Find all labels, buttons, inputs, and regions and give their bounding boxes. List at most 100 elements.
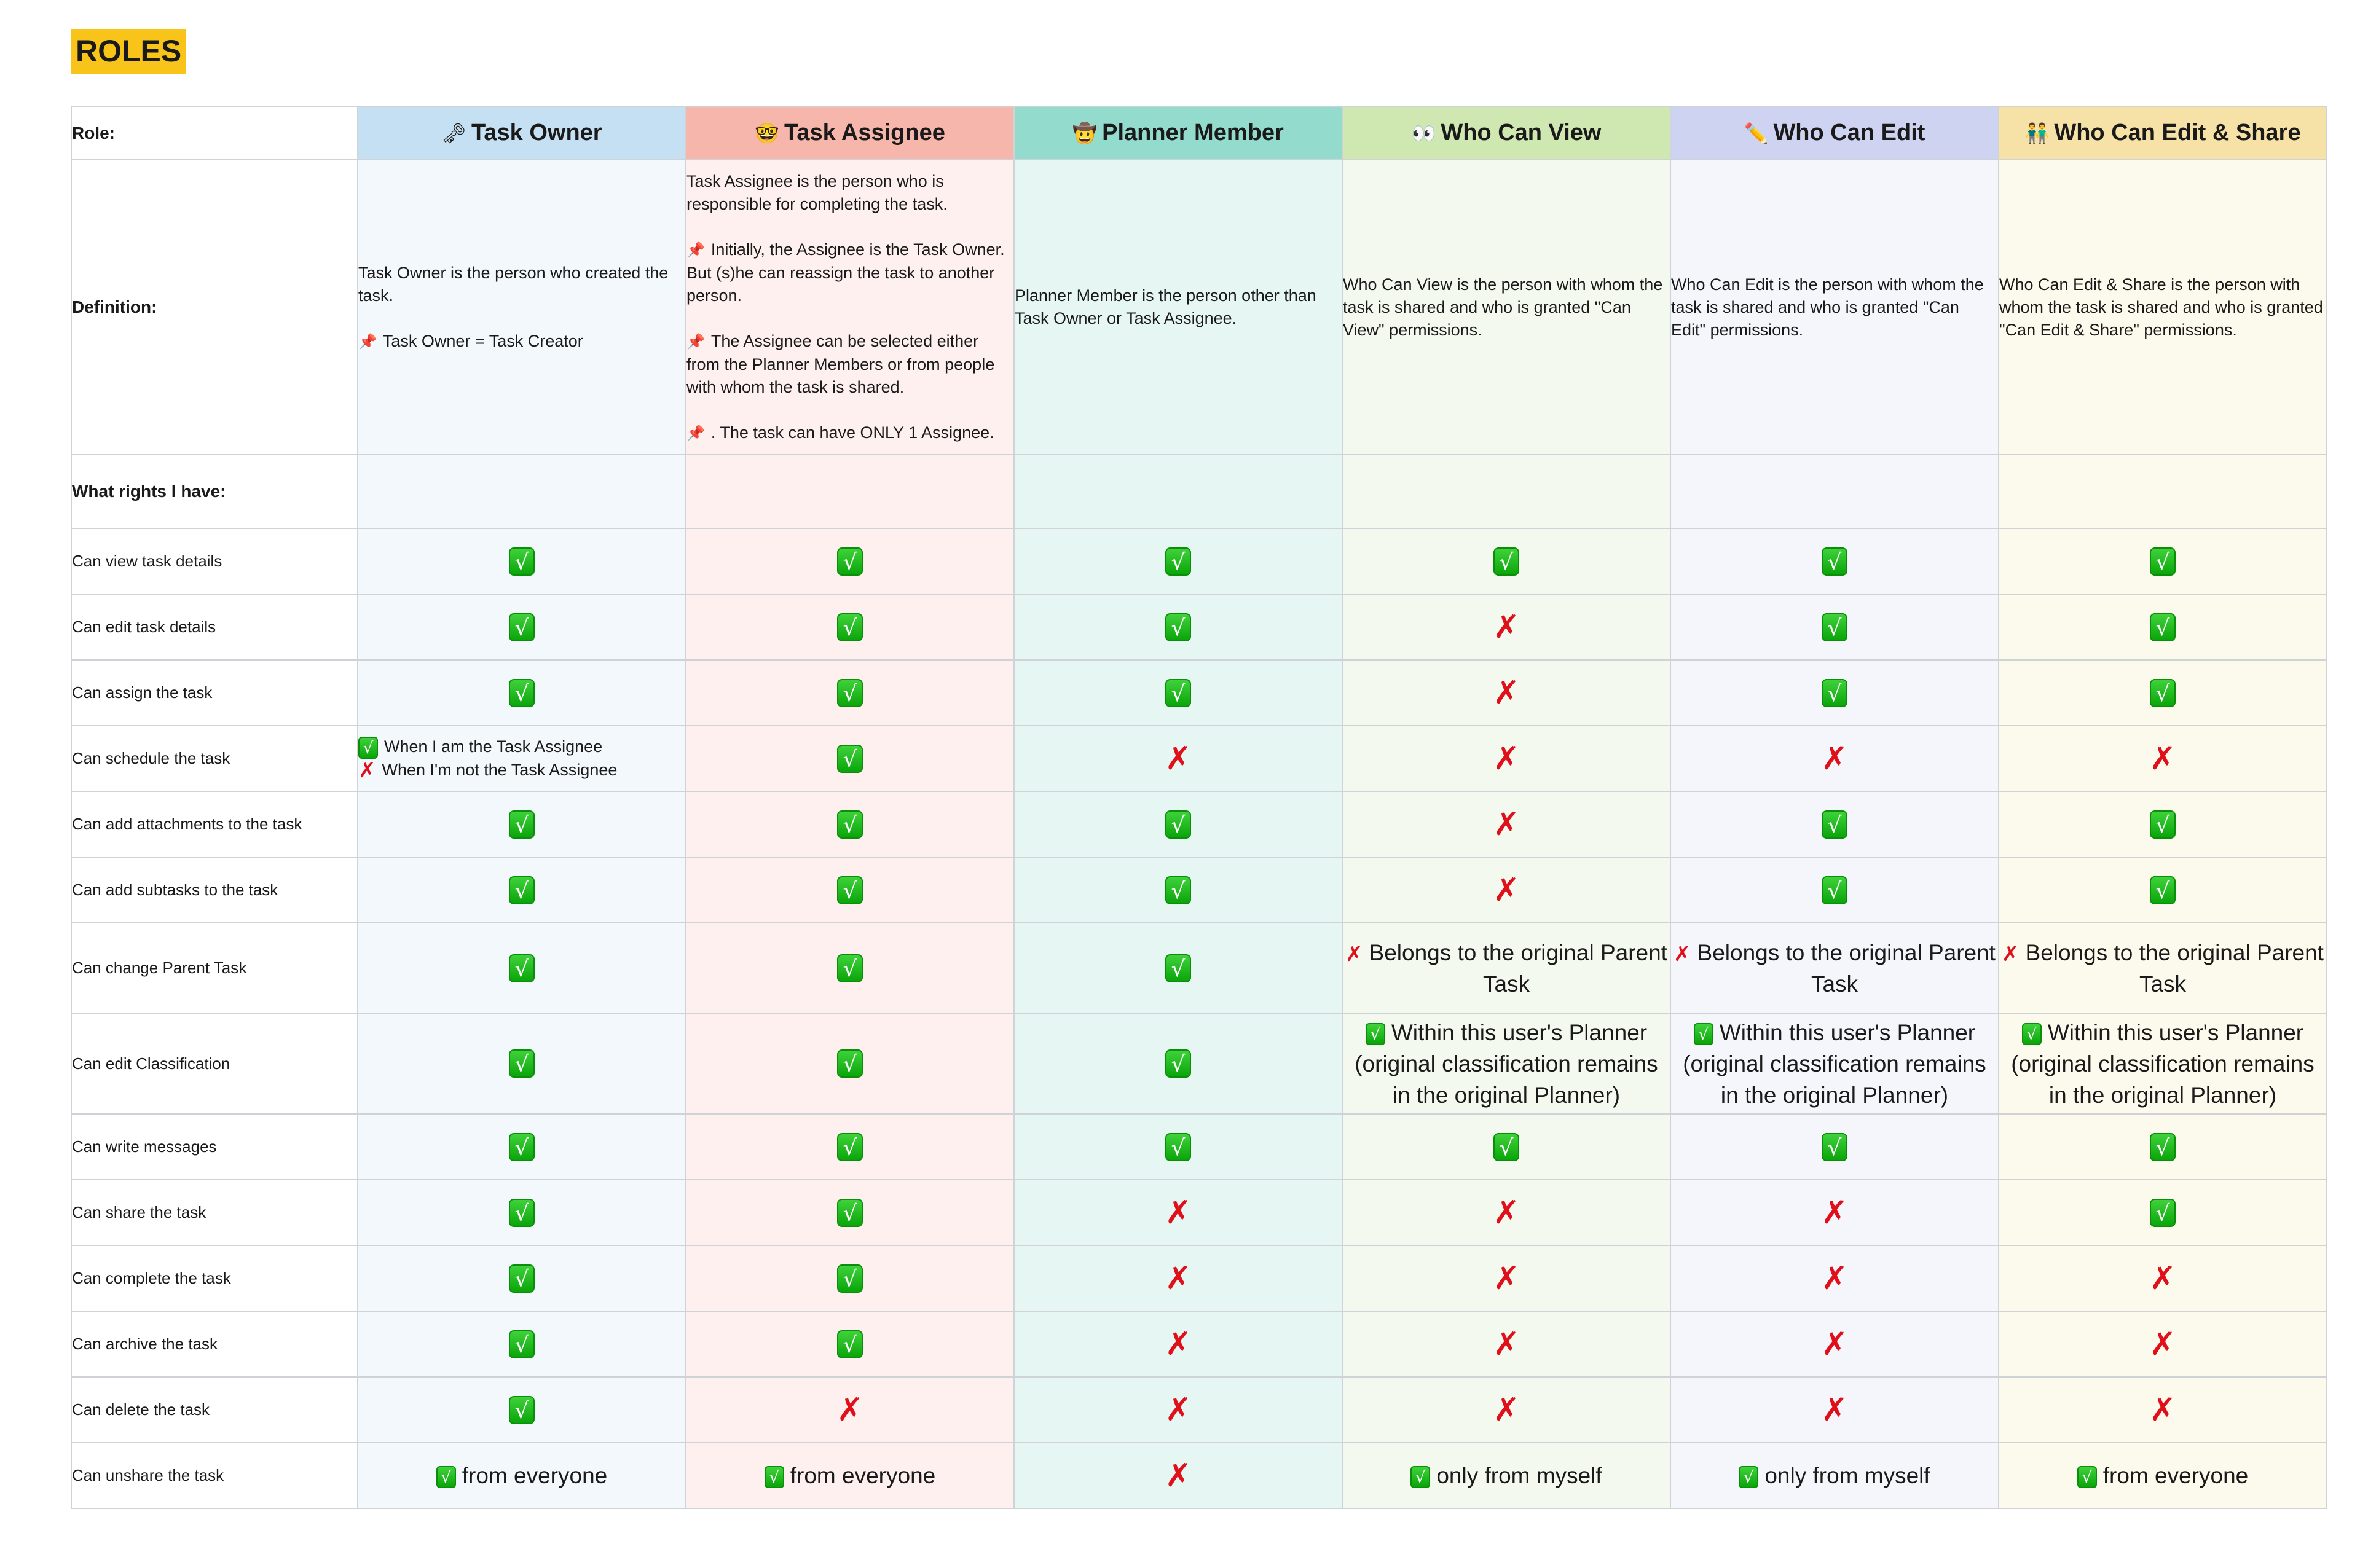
check-mark-icon: √: [509, 1132, 535, 1161]
permission-cell: ✗ Belongs to the original Parent Task: [1342, 922, 1671, 1014]
check-mark-icon: √: [837, 1132, 863, 1161]
permission-cell: ✗: [1342, 594, 1671, 661]
check-mark-icon: √: [1165, 1049, 1191, 1078]
eyes-icon: 👀: [1411, 122, 1436, 144]
cross-mark-icon: ✗: [358, 758, 376, 783]
check-mark-icon: √: [2150, 613, 2176, 641]
note-text: The Assignee can be selected either from…: [686, 331, 999, 396]
check-mark-icon: √: [1410, 1466, 1431, 1489]
empty-cell: [1342, 454, 1671, 529]
permission-cell: √: [357, 857, 686, 923]
permission-cell: √: [1013, 594, 1343, 661]
cross-mark-icon: ✗: [836, 1391, 863, 1429]
role-header-task-owner: 🗝 Task Owner: [357, 106, 686, 160]
cross-mark-icon: ✗: [1821, 740, 1848, 777]
check-mark-icon: √: [764, 1466, 784, 1489]
table-row: Can add attachments to the task √ √ √ ✗ √ √: [71, 791, 2327, 858]
permission-cell: √: [1998, 659, 2327, 726]
permission-cell: √: [685, 594, 1015, 661]
note-text: . The task can have ONLY 1 Assignee.: [710, 423, 994, 442]
condition-text: When I am the Task Assignee: [384, 737, 603, 756]
permission-cell: √ only from myself: [1342, 1442, 1671, 1509]
roles-header-row: Role: 🗝 Task Owner 🤓 Task Assignee 🤠 Planner M…: [71, 106, 2327, 160]
permission-cell: √: [1670, 594, 1999, 661]
permission-cell: ✗: [1013, 725, 1343, 792]
permission-cell: ✗: [1998, 725, 2327, 792]
cross-mark-icon: ✗: [1493, 674, 1520, 711]
check-mark-icon: √: [837, 678, 863, 707]
permission-cell: √: [685, 857, 1015, 923]
note-text: Initially, the Assignee is the Task Owne…: [686, 240, 1010, 305]
table-row: Can unshare the task √ from everyone √ from …: [71, 1442, 2327, 1509]
pushpin-icon: 📌: [358, 333, 377, 350]
nerd-face-icon: 🤓: [755, 122, 779, 144]
definition-text: Who Can Edit & Share is the person with …: [1999, 275, 2328, 339]
permission-cell: √: [1013, 1013, 1343, 1115]
old-key-icon: 🗝: [441, 122, 466, 144]
definition-note: 📌 Initially, the Assignee is the Task Own…: [686, 238, 1013, 307]
permission-cell: ✗: [1670, 725, 1999, 792]
check-mark-icon: √: [2077, 1466, 2097, 1489]
check-mark-icon: √: [1165, 954, 1191, 982]
cross-mark-icon: ✗: [1165, 740, 1192, 777]
cross-mark-icon: ✗: [1821, 1325, 1848, 1363]
permission-cell: ✗ Belongs to the original Parent Task: [1670, 922, 1999, 1014]
check-mark-icon: √: [1822, 810, 1847, 839]
permission-cell: ✗: [1998, 1311, 2327, 1378]
permission-cell: √: [357, 1311, 686, 1378]
check-mark-icon: √: [1739, 1466, 1759, 1489]
cross-mark-icon: ✗: [1493, 740, 1520, 777]
check-mark-icon: √: [509, 1395, 535, 1424]
permission-note: Within this user's Planner (original cla…: [1683, 1019, 1986, 1108]
permission-note: Belongs to the original Parent Task: [2025, 939, 2324, 997]
permission-cell: √ Within this user's Planner (original cl…: [1998, 1013, 2327, 1115]
cross-mark-icon: ✗: [1493, 1325, 1520, 1363]
check-mark-icon: √: [436, 1466, 456, 1489]
note-text: Task Owner = Task Creator: [382, 331, 583, 350]
check-mark-icon: √: [1822, 876, 1847, 904]
permission-cell: √: [685, 659, 1015, 726]
condition-text: When I'm not the Task Assignee: [382, 760, 618, 779]
permission-cell: √ from everyone: [357, 1442, 686, 1509]
permission-cell: √: [1998, 528, 2327, 595]
permission-cell: ✗: [1670, 1311, 1999, 1378]
role-name: Who Can Edit: [1773, 120, 1925, 146]
permission-note: from everyone: [2102, 1463, 2249, 1488]
check-mark-icon: √: [1165, 547, 1191, 576]
role-label: Role:: [71, 106, 358, 160]
definition-note: 📌 The Assignee can be selected either fro…: [686, 330, 1013, 399]
cross-mark-icon: ✗: [2149, 740, 2176, 777]
right-label: Can unshare the task: [71, 1442, 358, 1509]
cross-mark-icon: ✗: [1821, 1391, 1848, 1429]
right-label: Can delete the task: [71, 1376, 358, 1443]
permission-cell: √: [1013, 528, 1343, 595]
check-mark-icon: √: [837, 1330, 863, 1358]
permission-cell: ✗: [1670, 1245, 1999, 1312]
permission-cell: √: [357, 922, 686, 1014]
permission-cell: √: [685, 1311, 1015, 1378]
role-name: Who Can Edit & Share: [2054, 120, 2301, 146]
permission-cell: ✗: [1013, 1179, 1343, 1246]
cross-mark-icon: ✗: [1165, 1194, 1192, 1231]
check-mark-icon: √: [837, 547, 863, 576]
check-mark-icon: √: [1165, 1132, 1191, 1161]
right-label: Can view task details: [71, 528, 358, 595]
role-header-who-can-view: 👀 Who Can View: [1342, 106, 1671, 160]
permission-cell: √: [357, 1376, 686, 1443]
permission-cell: ✗: [1342, 1311, 1671, 1378]
table-row: Can edit Classification √ √ √ √ Within this u…: [71, 1013, 2327, 1115]
right-label: Can change Parent Task: [71, 922, 358, 1014]
check-mark-icon: √: [1165, 678, 1191, 707]
cross-mark-icon: ✗: [1345, 941, 1363, 966]
cross-mark-icon: ✗: [1165, 1260, 1192, 1297]
check-mark-icon: √: [509, 678, 535, 707]
cross-mark-icon: ✗: [1165, 1457, 1192, 1494]
permission-note: from everyone: [462, 1463, 608, 1488]
cross-mark-icon: ✗: [1165, 1391, 1192, 1429]
permission-cell: √: [1998, 791, 2327, 858]
check-mark-icon: √: [509, 1330, 535, 1358]
check-mark-icon: √: [2150, 678, 2176, 707]
permission-cell: √: [1013, 922, 1343, 1014]
pushpin-icon: 📌: [686, 425, 705, 442]
permission-cell: √: [1342, 1113, 1671, 1180]
